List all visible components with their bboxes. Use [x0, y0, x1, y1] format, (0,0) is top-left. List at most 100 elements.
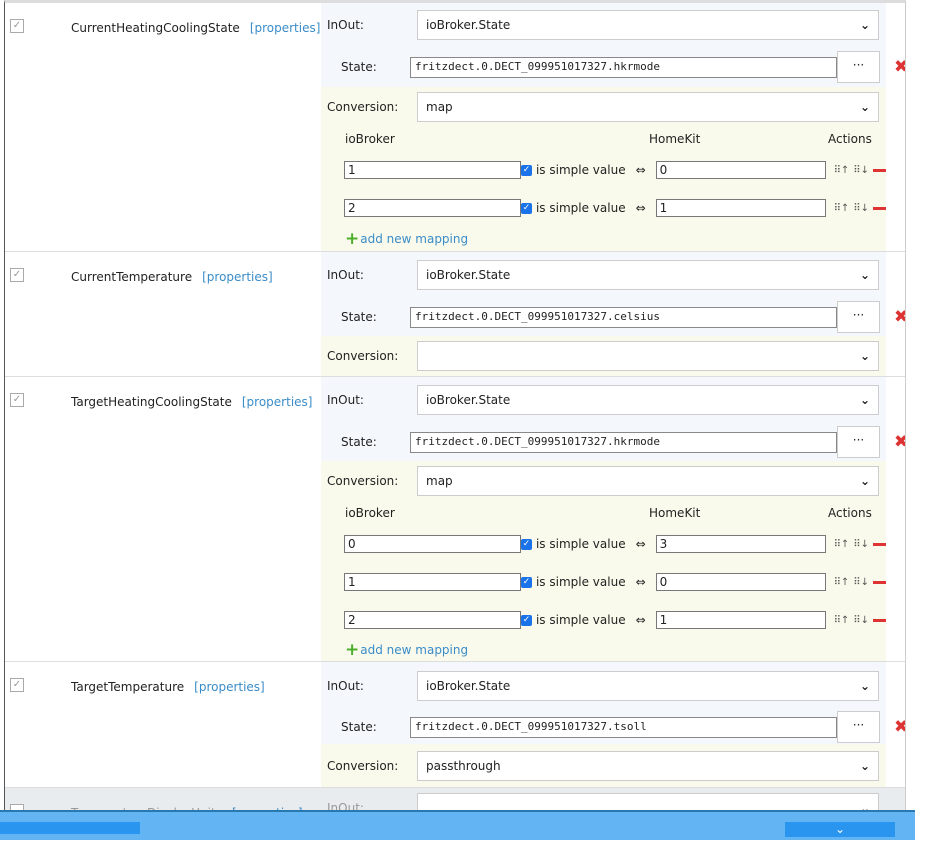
bidirectional-arrow-icon: ⇔ — [635, 163, 646, 177]
state-input[interactable]: fritzdect.0.DECT_099951017327.tsoll — [410, 716, 837, 738]
remove-mapping-icon[interactable] — [873, 618, 886, 622]
homekit-value-input[interactable]: 0 — [655, 573, 826, 591]
inout-label: InOut: — [327, 801, 364, 810]
inout-value: ioBroker.State — [426, 393, 511, 407]
inout-select[interactable]: ioBroker.State ⌄ — [417, 260, 879, 290]
simple-value-checkbox[interactable]: ✓ — [520, 202, 532, 214]
move-up-icon[interactable]: ⠿↑ — [834, 539, 850, 550]
inout-select[interactable]: ⌄ — [417, 793, 879, 810]
mapping-row: 1 ✓ is simple value ⇔ 0 ⠿↑ ⠿↓ — [321, 563, 886, 601]
remove-icon[interactable]: ✖ — [894, 717, 905, 737]
remove-mapping-icon[interactable] — [873, 168, 886, 172]
move-up-icon[interactable]: ⠿↑ — [834, 577, 850, 588]
remove-mapping-icon[interactable] — [873, 206, 886, 210]
move-down-icon[interactable]: ⠿↓ — [853, 615, 869, 626]
state-input[interactable]: fritzdect.0.DECT_099951017327.celsius — [410, 306, 837, 328]
chevron-down-icon: ⌄ — [859, 349, 870, 363]
iobroker-header: ioBroker — [345, 506, 395, 520]
bidirectional-arrow-icon: ⇔ — [635, 575, 646, 589]
chevron-down-icon[interactable]: ⌄ — [785, 822, 895, 837]
chevron-down-icon: ⌄ — [859, 679, 870, 693]
add-mapping-link[interactable]: + add new mapping — [321, 639, 886, 661]
characteristic-name: CurrentHeatingCoolingState — [71, 21, 240, 35]
inout-value: ioBroker.State — [426, 18, 511, 32]
browse-button[interactable]: ··· — [837, 51, 880, 83]
chevron-down-icon: ⌄ — [859, 100, 870, 114]
browse-button[interactable]: ··· — [837, 301, 880, 333]
iobroker-value-input[interactable]: 1 — [344, 161, 521, 179]
inout-value: ioBroker.State — [426, 268, 511, 282]
inout-select[interactable]: ioBroker.State ⌄ — [417, 671, 879, 701]
properties-link[interactable]: [properties] — [250, 21, 321, 35]
simple-value-checkbox[interactable]: ✓ — [520, 164, 532, 176]
add-mapping-link[interactable]: + add new mapping — [321, 227, 886, 251]
move-down-icon[interactable]: ⠿↓ — [853, 203, 869, 214]
plus-icon: + — [345, 640, 360, 660]
simple-value-label: is simple value — [535, 613, 626, 627]
browse-button[interactable]: ··· — [837, 426, 880, 458]
bidirectional-arrow-icon: ⇔ — [635, 201, 646, 215]
chevron-down-icon: ⌄ — [859, 268, 870, 282]
remove-mapping-icon[interactable] — [873, 580, 886, 584]
remove-icon[interactable]: ✖ — [894, 307, 905, 327]
enable-checkbox[interactable]: ✓ — [10, 268, 24, 282]
move-up-icon[interactable]: ⠿↑ — [834, 165, 850, 176]
remove-mapping-icon[interactable] — [873, 542, 886, 546]
conversion-select[interactable]: map ⌄ — [417, 92, 879, 122]
inout-select[interactable]: ioBroker.State ⌄ — [417, 385, 879, 415]
remove-icon[interactable]: ✖ — [894, 432, 905, 452]
enable-checkbox[interactable]: ✓ — [10, 393, 24, 407]
toolbar-button[interactable] — [0, 822, 140, 834]
simple-value-checkbox[interactable]: ✓ — [520, 614, 532, 626]
bidirectional-arrow-icon: ⇔ — [635, 537, 646, 551]
bidirectional-arrow-icon: ⇔ — [635, 613, 646, 627]
state-input[interactable]: fritzdect.0.DECT_099951017327.hkrmode — [410, 431, 837, 453]
mapping-row: 2 ✓ is simple value ⇔ 1 ⠿↑ ⠿↓ — [321, 189, 886, 227]
properties-link[interactable]: [properties] — [242, 395, 313, 409]
inout-select[interactable]: ioBroker.State ⌄ — [417, 10, 879, 40]
homekit-value-input[interactable]: 1 — [655, 611, 826, 629]
properties-link[interactable]: [properties] — [194, 680, 265, 694]
remove-icon[interactable]: ✖ — [894, 57, 905, 77]
simple-value-checkbox[interactable]: ✓ — [520, 576, 532, 588]
conversion-select[interactable]: ⌄ — [417, 341, 879, 371]
move-up-icon[interactable]: ⠿↑ — [834, 615, 850, 626]
move-up-icon[interactable]: ⠿↑ — [834, 203, 850, 214]
enable-checkbox[interactable]: ✓ — [10, 19, 24, 33]
bottom-toolbar: ⌄ — [0, 810, 915, 840]
inout-label: InOut: — [327, 393, 364, 407]
homekit-value-input[interactable]: 3 — [655, 535, 826, 553]
characteristic-name: CurrentTemperature — [71, 270, 193, 284]
simple-value-checkbox[interactable]: ✓ — [520, 538, 532, 550]
properties-link[interactable]: [properties] — [202, 270, 273, 284]
chevron-down-icon: ⌄ — [859, 474, 870, 488]
chevron-down-icon: ⌄ — [859, 801, 870, 810]
homekit-value-input[interactable]: 1 — [655, 199, 826, 217]
browse-button[interactable]: ··· — [837, 711, 880, 743]
move-down-icon[interactable]: ⠿↓ — [853, 577, 869, 588]
state-input[interactable]: fritzdect.0.DECT_099951017327.hkrmode — [410, 56, 837, 78]
characteristic-section: ✓ CurrentTemperature [properties] InOut: i… — [5, 252, 905, 377]
move-down-icon[interactable]: ⠿↓ — [853, 165, 869, 176]
characteristic-section: ✓ CurrentHeatingCoolingState [properties]… — [5, 3, 905, 252]
homekit-value-input[interactable]: 0 — [655, 161, 826, 179]
iobroker-value-input[interactable]: 1 — [344, 573, 521, 591]
state-label: State: — [341, 310, 377, 324]
homekit-header: HomeKit — [649, 506, 701, 520]
iobroker-value-input[interactable]: 2 — [344, 611, 521, 629]
enable-checkbox[interactable]: ✓ — [10, 678, 24, 692]
state-label: State: — [341, 60, 377, 74]
iobroker-value-input[interactable]: 0 — [344, 535, 521, 553]
simple-value-label: is simple value — [535, 163, 626, 177]
characteristic-section: ✓ TargetHeatingCoolingState [properties] … — [5, 377, 905, 662]
conversion-value: map — [426, 474, 453, 488]
conversion-value: passthrough — [426, 758, 501, 773]
move-down-icon[interactable]: ⠿↓ — [853, 539, 869, 550]
characteristics-list: ✓ CurrentHeatingCoolingState [properties]… — [4, 0, 906, 810]
inout-value: ioBroker.State — [426, 679, 511, 693]
conversion-select[interactable]: passthrough ⌄ — [417, 750, 879, 781]
conversion-value: map — [426, 100, 453, 114]
characteristic-name: TargetTemperature — [71, 680, 185, 694]
conversion-select[interactable]: map ⌄ — [417, 466, 879, 496]
iobroker-value-input[interactable]: 2 — [344, 199, 521, 217]
